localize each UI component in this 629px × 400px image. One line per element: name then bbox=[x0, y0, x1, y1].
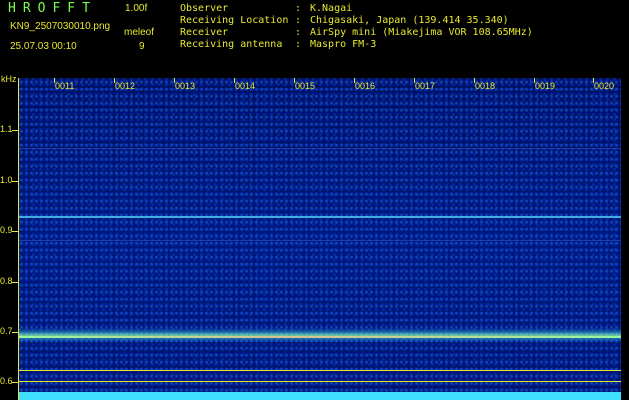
x-tick bbox=[534, 78, 535, 83]
x-tick bbox=[294, 78, 295, 83]
x-tick-label: 0019 bbox=[535, 81, 556, 91]
reference-line bbox=[18, 370, 621, 371]
spectrogram-plot bbox=[18, 78, 621, 400]
x-tick-label: 0020 bbox=[594, 81, 615, 91]
reference-line bbox=[18, 381, 621, 382]
x-tick bbox=[234, 78, 235, 83]
x-tick bbox=[54, 78, 55, 83]
faint-line bbox=[18, 240, 621, 241]
main-band bbox=[18, 328, 621, 342]
carrier-line bbox=[18, 216, 621, 218]
y-axis-line bbox=[18, 78, 19, 400]
x-tick-label: 0015 bbox=[295, 81, 316, 91]
y-tick-label: 1.0 bbox=[0, 175, 13, 185]
x-tick bbox=[174, 78, 175, 83]
version-label: 1.00f bbox=[125, 3, 148, 14]
info-row-antenna: Receiving antenna: Maspro FM-3 bbox=[180, 39, 377, 50]
x-tick bbox=[114, 78, 115, 83]
x-tick-label: 0011 bbox=[55, 81, 75, 91]
x-tick-label: 0012 bbox=[115, 81, 136, 91]
main-band-core bbox=[18, 336, 621, 338]
info-row-observer: Observer: K.Nagai bbox=[180, 3, 353, 14]
y-tick bbox=[12, 332, 18, 333]
x-tick-label: 0017 bbox=[415, 81, 436, 91]
timestamp-label: 25.07.03 00:10 bbox=[10, 41, 77, 52]
y-tick bbox=[12, 282, 18, 283]
info-row-location: Receiving Location: Chigasaki, Japan (13… bbox=[180, 15, 509, 26]
x-tick bbox=[354, 78, 355, 83]
header-panel: HROFFT 1.00f KN9_2507030010.png meleof 9… bbox=[0, 0, 629, 76]
y-tick bbox=[12, 130, 18, 131]
filename-label: KN9_2507030010.png bbox=[10, 21, 111, 32]
x-tick-label: 0016 bbox=[355, 81, 376, 91]
y-unit-label: kHz bbox=[1, 74, 17, 84]
x-tick-label: 0018 bbox=[475, 81, 496, 91]
x-tick bbox=[593, 78, 594, 83]
y-tick bbox=[12, 382, 18, 383]
faint-line bbox=[18, 148, 621, 149]
station-info: Observer: K.Nagai Receiving Location: Ch… bbox=[180, 3, 533, 51]
x-tick bbox=[474, 78, 475, 83]
x-tick-label: 0013 bbox=[175, 81, 196, 91]
y-tick bbox=[12, 181, 18, 182]
y-tick-label: 0.8 bbox=[0, 276, 13, 286]
x-tick-label: 0014 bbox=[235, 81, 256, 91]
bottom-strip bbox=[18, 392, 621, 400]
app-title: HROFFT bbox=[8, 1, 97, 16]
y-tick-label: 0.7 bbox=[0, 326, 13, 336]
y-tick-label: 0.6 bbox=[0, 376, 13, 386]
y-tick-label: 1.1 bbox=[0, 124, 13, 134]
y-tick-label: 0.9 bbox=[0, 225, 13, 235]
x-tick bbox=[414, 78, 415, 83]
y-tick bbox=[12, 231, 18, 232]
meleof-label: meleof bbox=[124, 27, 155, 38]
info-row-receiver: Receiver: AirSpy mini (Miakejima VOR 108… bbox=[180, 27, 533, 38]
meleof-value: 9 bbox=[139, 41, 145, 52]
